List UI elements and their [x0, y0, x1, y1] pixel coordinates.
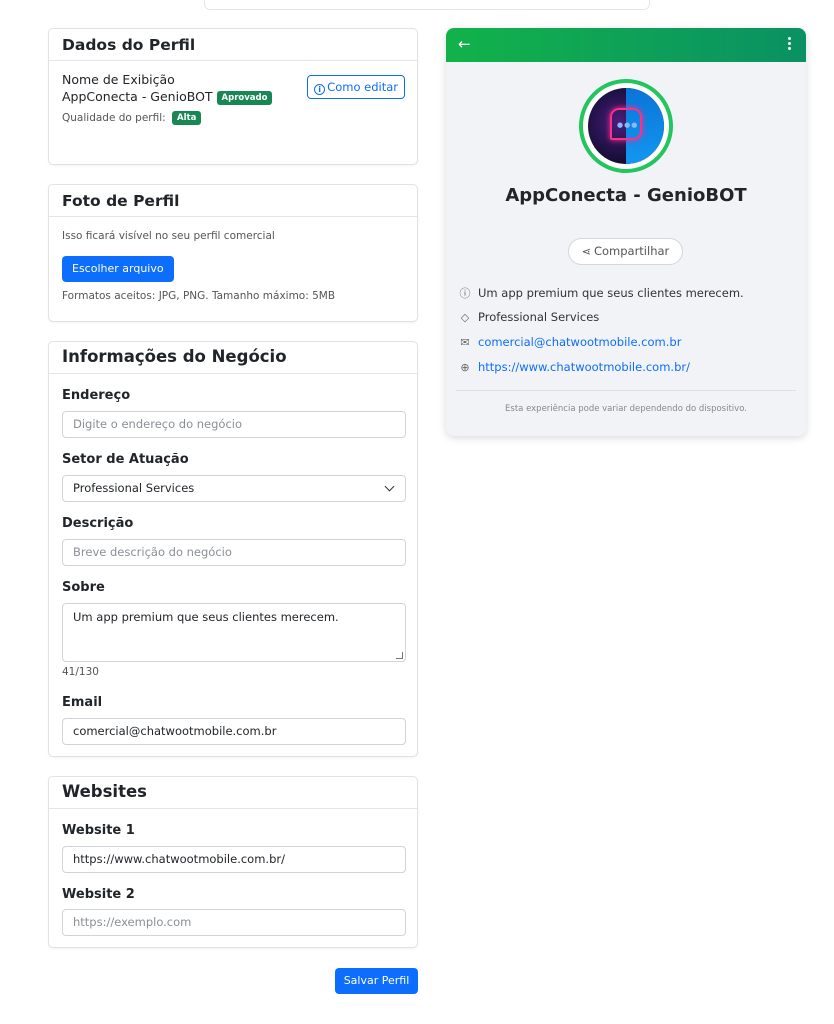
email-input[interactable]: comercial@chatwootmobile.com.br [62, 718, 406, 745]
globe-icon: ⊕ [460, 361, 470, 374]
top-bar-fragment [204, 0, 650, 10]
tag-icon: ◇ [460, 311, 470, 324]
description-input[interactable]: Breve descrição do negócio [62, 539, 406, 566]
preview-website-row[interactable]: ⊕ https://www.chatwootmobile.com.br/ [458, 360, 690, 374]
about-value: Um app premium que seus clientes merecem… [73, 610, 339, 624]
business-info-card: Informações do Negócio Endereço Digite o… [48, 341, 418, 757]
how-to-edit-button[interactable]: i Como editar [307, 75, 405, 99]
card-title: Websites [49, 777, 417, 809]
email-label: Email [62, 695, 103, 710]
more-vertical-icon[interactable] [788, 37, 792, 52]
website1-input[interactable]: https://www.chatwootmobile.com.br/ [62, 846, 406, 873]
mail-icon: ✉ [460, 336, 470, 349]
preview-header: ← [446, 28, 806, 62]
address-label: Endereço [62, 388, 131, 403]
preview-email[interactable]: comercial@chatwootmobile.com.br [478, 335, 681, 349]
sector-value: Professional Services [73, 481, 195, 495]
approved-badge: Aprovado [216, 91, 273, 105]
share-icon: ⋖ [581, 245, 591, 258]
preview-category-row: ◇ Professional Services [458, 310, 600, 324]
about-counter: 41/130 [62, 666, 99, 678]
sector-label: Setor de Atuação [62, 452, 189, 467]
description-label: Descrição [62, 516, 134, 531]
quality-badge: Alta [172, 111, 202, 125]
share-label: Compartilhar [593, 244, 670, 258]
resize-handle-icon[interactable] [396, 652, 403, 659]
info-icon: i [314, 84, 326, 95]
card-title: Informações do Negócio [49, 342, 417, 374]
choose-file-button[interactable]: Escolher arquivo [62, 256, 174, 282]
sector-select[interactable]: Professional Services [62, 475, 406, 502]
preview-email-row[interactable]: ✉ comercial@chatwootmobile.com.br [458, 335, 681, 349]
avatar-image: ●●● [588, 88, 664, 164]
about-textarea[interactable]: Um app premium que seus clientes merecem… [62, 603, 406, 662]
profile-preview: ← ●●● AppConecta - GenioBOT ⋖ Compartilha… [446, 28, 806, 436]
about-label: Sobre [62, 580, 105, 595]
chevron-down-icon [384, 481, 395, 492]
website1-label: Website 1 [62, 823, 135, 838]
preview-website[interactable]: https://www.chatwootmobile.com.br/ [478, 360, 690, 374]
card-title: Dados do Perfil [49, 29, 417, 61]
websites-card: Websites Website 1 https://www.chatwootm… [48, 776, 418, 948]
website2-input[interactable]: https://exemplo.com [62, 909, 406, 936]
photo-formats: Formatos aceitos: JPG, PNG. Tamanho máxi… [62, 290, 336, 302]
preview-name: AppConecta - GenioBOT [505, 185, 747, 206]
profile-data-card: Dados do Perfil Nome de Exibição AppCone… [48, 28, 418, 165]
card-title: Foto de Perfil [49, 185, 417, 217]
divider [456, 390, 796, 391]
website2-label: Website 2 [62, 887, 135, 902]
preview-about-row: ⓘ Um app premium que seus clientes merece… [458, 285, 744, 301]
photo-hint: Isso ficará visível no seu perfil comerc… [62, 230, 275, 242]
quality-label: Qualidade do perfil: [62, 112, 166, 124]
share-button[interactable]: ⋖ Compartilhar [568, 238, 683, 265]
address-input[interactable]: Digite o endereço do negócio [62, 411, 406, 438]
save-profile-button[interactable]: Salvar Perfil [335, 968, 418, 994]
quality-row: Qualidade do perfil: Alta [62, 111, 404, 125]
info-icon: ⓘ [459, 287, 471, 300]
preview-about: Um app premium que seus clientes merecem… [478, 286, 744, 300]
preview-footer: Esta experiência pode variar dependendo … [505, 404, 747, 414]
avatar: ●●● [579, 79, 673, 173]
display-name-value: AppConecta - GenioBOT [62, 89, 213, 104]
preview-category: Professional Services [478, 310, 600, 324]
back-arrow-icon[interactable]: ← [458, 35, 471, 53]
how-to-edit-label: Como editar [327, 80, 398, 94]
profile-photo-card: Foto de Perfil Isso ficará visível no se… [48, 184, 418, 322]
